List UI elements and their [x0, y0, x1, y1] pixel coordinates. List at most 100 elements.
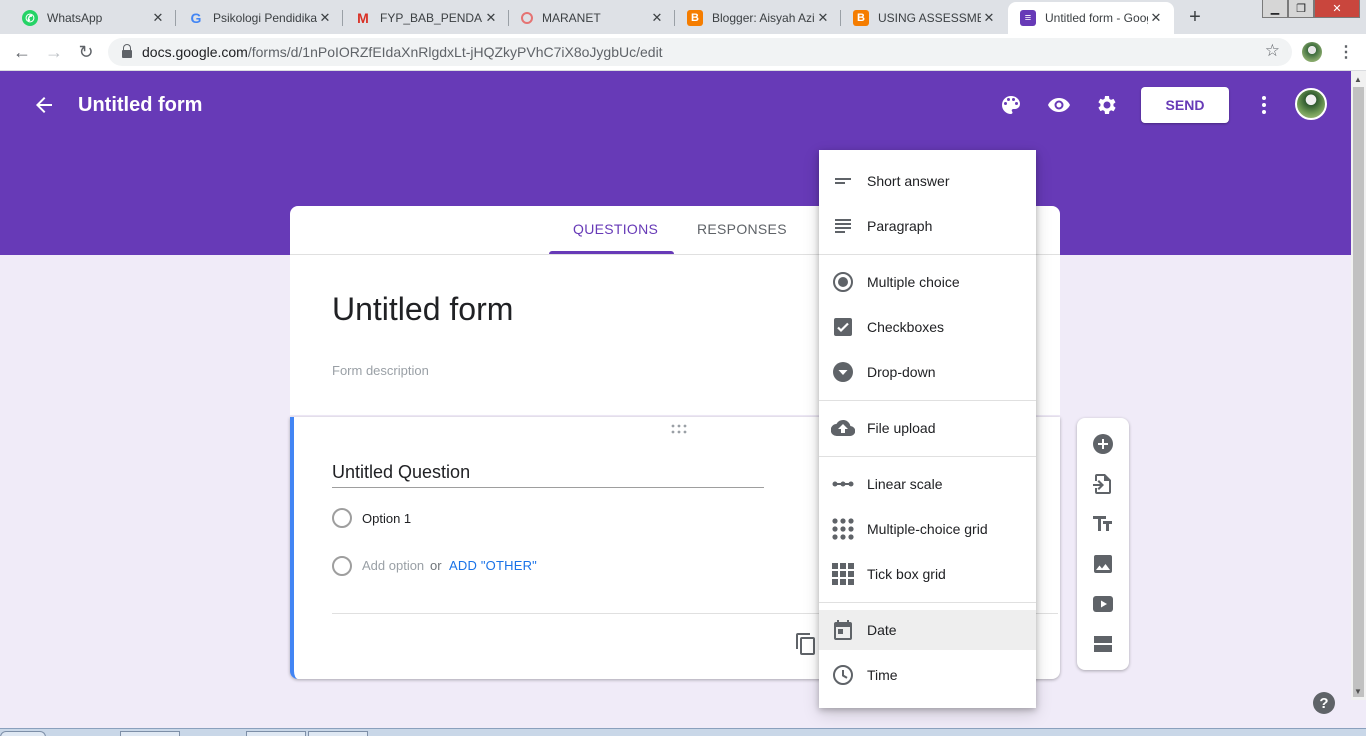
tab-responses[interactable]: RESPONSES [697, 221, 787, 237]
chrome-menu-icon[interactable]: ⋮ [1338, 42, 1354, 62]
question-type-menu: Short answer Paragraph Multiple choice C… [819, 150, 1036, 708]
address-bar[interactable]: docs.google.com/forms/d/1nPoIORZfEIdaXnR… [108, 38, 1292, 66]
close-icon[interactable]: ✕ [981, 10, 997, 26]
active-tab-indicator [549, 251, 674, 254]
os-taskbar [0, 728, 1366, 736]
browser-tab-psikologi[interactable]: G Psikologi Pendidikan ✕ [176, 2, 343, 34]
browser-tab-whatsapp[interactable]: ✆ WhatsApp ✕ [10, 2, 176, 34]
browser-tab-untitled-form[interactable]: ≡ Untitled form - Google Forms ✕ [1008, 2, 1174, 34]
drag-handle-icon[interactable] [670, 424, 688, 434]
send-button[interactable]: SEND [1141, 87, 1229, 123]
add-question-icon[interactable] [1091, 432, 1115, 456]
minimize-icon[interactable]: ▁ [1262, 0, 1288, 18]
menu-item-label: Tick box grid [867, 566, 946, 582]
menu-item-linear-scale[interactable]: Linear scale [819, 464, 1036, 504]
scroll-up-icon[interactable]: ▲ [1354, 75, 1362, 84]
side-toolbar [1077, 418, 1129, 670]
form-title[interactable]: Untitled form [78, 94, 202, 117]
close-icon[interactable]: ✕ [483, 10, 499, 26]
checkbox-icon [834, 318, 852, 336]
square-grid-icon [832, 563, 854, 585]
tab-label: USING ASSESSMENT [878, 11, 981, 25]
close-icon[interactable]: ✕ [1148, 10, 1164, 26]
scroll-down-icon[interactable]: ▼ [1354, 687, 1362, 696]
forward-icon[interactable]: → [42, 40, 66, 64]
palette-icon[interactable] [999, 93, 1023, 117]
menu-item-short-answer[interactable]: Short answer [819, 161, 1036, 201]
short-answer-icon [835, 178, 851, 184]
menu-item-label: File upload [867, 420, 936, 436]
back-arrow-icon[interactable] [32, 93, 56, 117]
gmail-icon: M [357, 10, 369, 26]
import-questions-icon[interactable] [1091, 472, 1115, 496]
forms-icon: ≡ [1020, 10, 1036, 26]
add-option-input[interactable]: Add option [362, 558, 424, 573]
menu-item-drop-down[interactable]: Drop-down [819, 352, 1036, 392]
add-section-icon[interactable] [1091, 632, 1115, 656]
taskbar-app[interactable] [120, 731, 180, 736]
window-close-icon[interactable]: ✕ [1314, 0, 1360, 18]
lock-icon [122, 44, 132, 58]
dropdown-icon [833, 362, 853, 382]
form-description-input[interactable]: Form description [332, 363, 429, 378]
radio-icon [332, 508, 352, 528]
menu-item-checkboxes[interactable]: Checkboxes [819, 307, 1036, 347]
maximize-icon[interactable]: ❐ [1288, 0, 1314, 18]
menu-item-paragraph[interactable]: Paragraph [819, 206, 1036, 246]
back-icon[interactable]: ← [10, 40, 34, 64]
new-tab-icon[interactable]: + [1183, 6, 1207, 29]
menu-item-file-upload[interactable]: File upload [819, 408, 1036, 448]
reload-icon[interactable]: ↻ [74, 40, 98, 64]
add-title-icon[interactable] [1091, 512, 1115, 536]
form-title-input[interactable]: Untitled form [332, 291, 513, 328]
menu-item-date[interactable]: Date [819, 610, 1036, 650]
taskbar-app[interactable] [308, 731, 368, 736]
blogger-icon: B [687, 10, 703, 26]
taskbar-app[interactable] [246, 731, 306, 736]
menu-item-label: Multiple choice [867, 274, 960, 290]
help-icon[interactable]: ? [1313, 692, 1335, 714]
browser-toolbar: ← → ↻ docs.google.com/forms/d/1nPoIORZfE… [0, 34, 1366, 71]
menu-item-tick-box-grid[interactable]: Tick box grid [819, 554, 1036, 594]
browser-tab-blogger-aisyah[interactable]: B Blogger: Aisyah Aziz ✕ [675, 2, 841, 34]
page-scrollbar[interactable]: ▲ ▼ [1351, 71, 1366, 700]
preview-eye-icon[interactable] [1047, 93, 1071, 117]
close-icon[interactable]: ✕ [649, 10, 665, 26]
start-button[interactable] [0, 731, 46, 736]
paragraph-icon [835, 219, 851, 233]
menu-item-label: Multiple-choice grid [867, 521, 988, 537]
close-icon[interactable]: ✕ [317, 10, 333, 26]
add-other-link[interactable]: ADD "OTHER" [449, 558, 537, 573]
tab-label: WhatsApp [47, 11, 103, 25]
or-text: or [430, 558, 442, 573]
menu-item-time[interactable]: Time [819, 655, 1036, 695]
bookmark-star-icon[interactable]: ☆ [1265, 41, 1280, 61]
google-icon: G [190, 10, 202, 26]
add-video-icon[interactable] [1091, 592, 1115, 616]
question-title-input[interactable]: Untitled Question [332, 462, 764, 488]
browser-tab-strip: ✆ WhatsApp ✕ G Psikologi Pendidikan ✕ M … [0, 0, 1366, 34]
menu-item-multiple-choice[interactable]: Multiple choice [819, 262, 1036, 302]
profile-avatar[interactable] [1302, 42, 1322, 62]
add-image-icon[interactable] [1091, 552, 1115, 576]
menu-item-multiple-choice-grid[interactable]: Multiple-choice grid [819, 509, 1036, 549]
close-icon[interactable]: ✕ [815, 10, 831, 26]
close-icon[interactable]: ✕ [150, 10, 166, 26]
whatsapp-icon: ✆ [22, 10, 38, 26]
browser-tab-fyp[interactable]: M FYP_BAB_PENDAHULUAN ✕ [343, 2, 509, 34]
more-options-icon[interactable] [1252, 93, 1276, 117]
tab-label: Blogger: Aisyah Aziz [712, 11, 815, 25]
menu-divider [819, 254, 1036, 255]
duplicate-icon[interactable] [794, 632, 818, 656]
tab-questions[interactable]: QUESTIONS [573, 221, 658, 237]
url-text: docs.google.com/forms/d/1nPoIORZfEIdaXnR… [142, 44, 663, 60]
account-avatar[interactable] [1295, 88, 1327, 120]
browser-tab-maranet[interactable]: MARANET ✕ [509, 2, 675, 34]
menu-item-label: Drop-down [867, 364, 936, 380]
browser-tab-using-assessment[interactable]: B USING ASSESSMENT ✕ [841, 2, 1007, 34]
settings-gear-icon[interactable] [1095, 93, 1119, 117]
option-1-input[interactable]: Option 1 [362, 511, 411, 526]
linear-scale-icon [832, 481, 854, 487]
maranet-icon [521, 12, 533, 24]
scrollbar-thumb[interactable] [1353, 87, 1364, 697]
